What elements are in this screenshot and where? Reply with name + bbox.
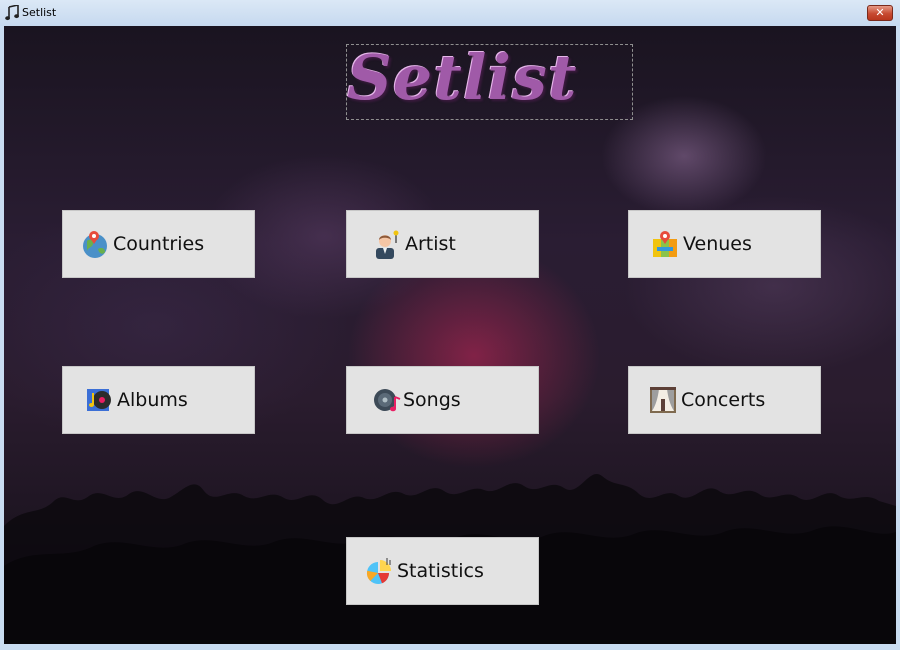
title-bar[interactable]: Setlist ✕ <box>0 0 900 26</box>
music-note-icon <box>5 5 19 21</box>
albums-button[interactable]: Albums <box>62 366 255 434</box>
globe-pin-icon <box>83 231 107 258</box>
artist-label: Artist <box>405 233 456 255</box>
main-panel: Setlist Countries Artist Venues Albums S… <box>4 26 896 644</box>
statistics-label: Statistics <box>397 560 484 582</box>
close-icon: ✕ <box>875 6 885 19</box>
vinyl-note-icon <box>374 389 401 412</box>
close-button[interactable]: ✕ <box>867 5 893 21</box>
window-title: Setlist <box>22 6 57 19</box>
app-logo: Setlist <box>347 41 578 114</box>
artist-person-icon <box>376 230 399 259</box>
map-venue-icon <box>653 231 677 257</box>
songs-label: Songs <box>403 389 461 411</box>
stage-curtain-icon <box>650 387 676 413</box>
album-icon <box>87 389 111 411</box>
songs-button[interactable]: Songs <box>346 366 539 434</box>
concerts-button[interactable]: Concerts <box>628 366 821 434</box>
countries-label: Countries <box>113 233 205 255</box>
countries-button[interactable]: Countries <box>62 210 255 278</box>
app-window: Setlist ✕ Setlist Countries Artist Venue… <box>0 0 900 650</box>
pie-chart-icon <box>366 558 391 584</box>
statistics-button[interactable]: Statistics <box>346 537 539 605</box>
albums-label: Albums <box>117 389 188 411</box>
logo-box: Setlist <box>346 41 633 120</box>
concerts-label: Concerts <box>681 389 766 411</box>
venues-label: Venues <box>683 233 752 255</box>
artist-button[interactable]: Artist <box>346 210 539 278</box>
venues-button[interactable]: Venues <box>628 210 821 278</box>
